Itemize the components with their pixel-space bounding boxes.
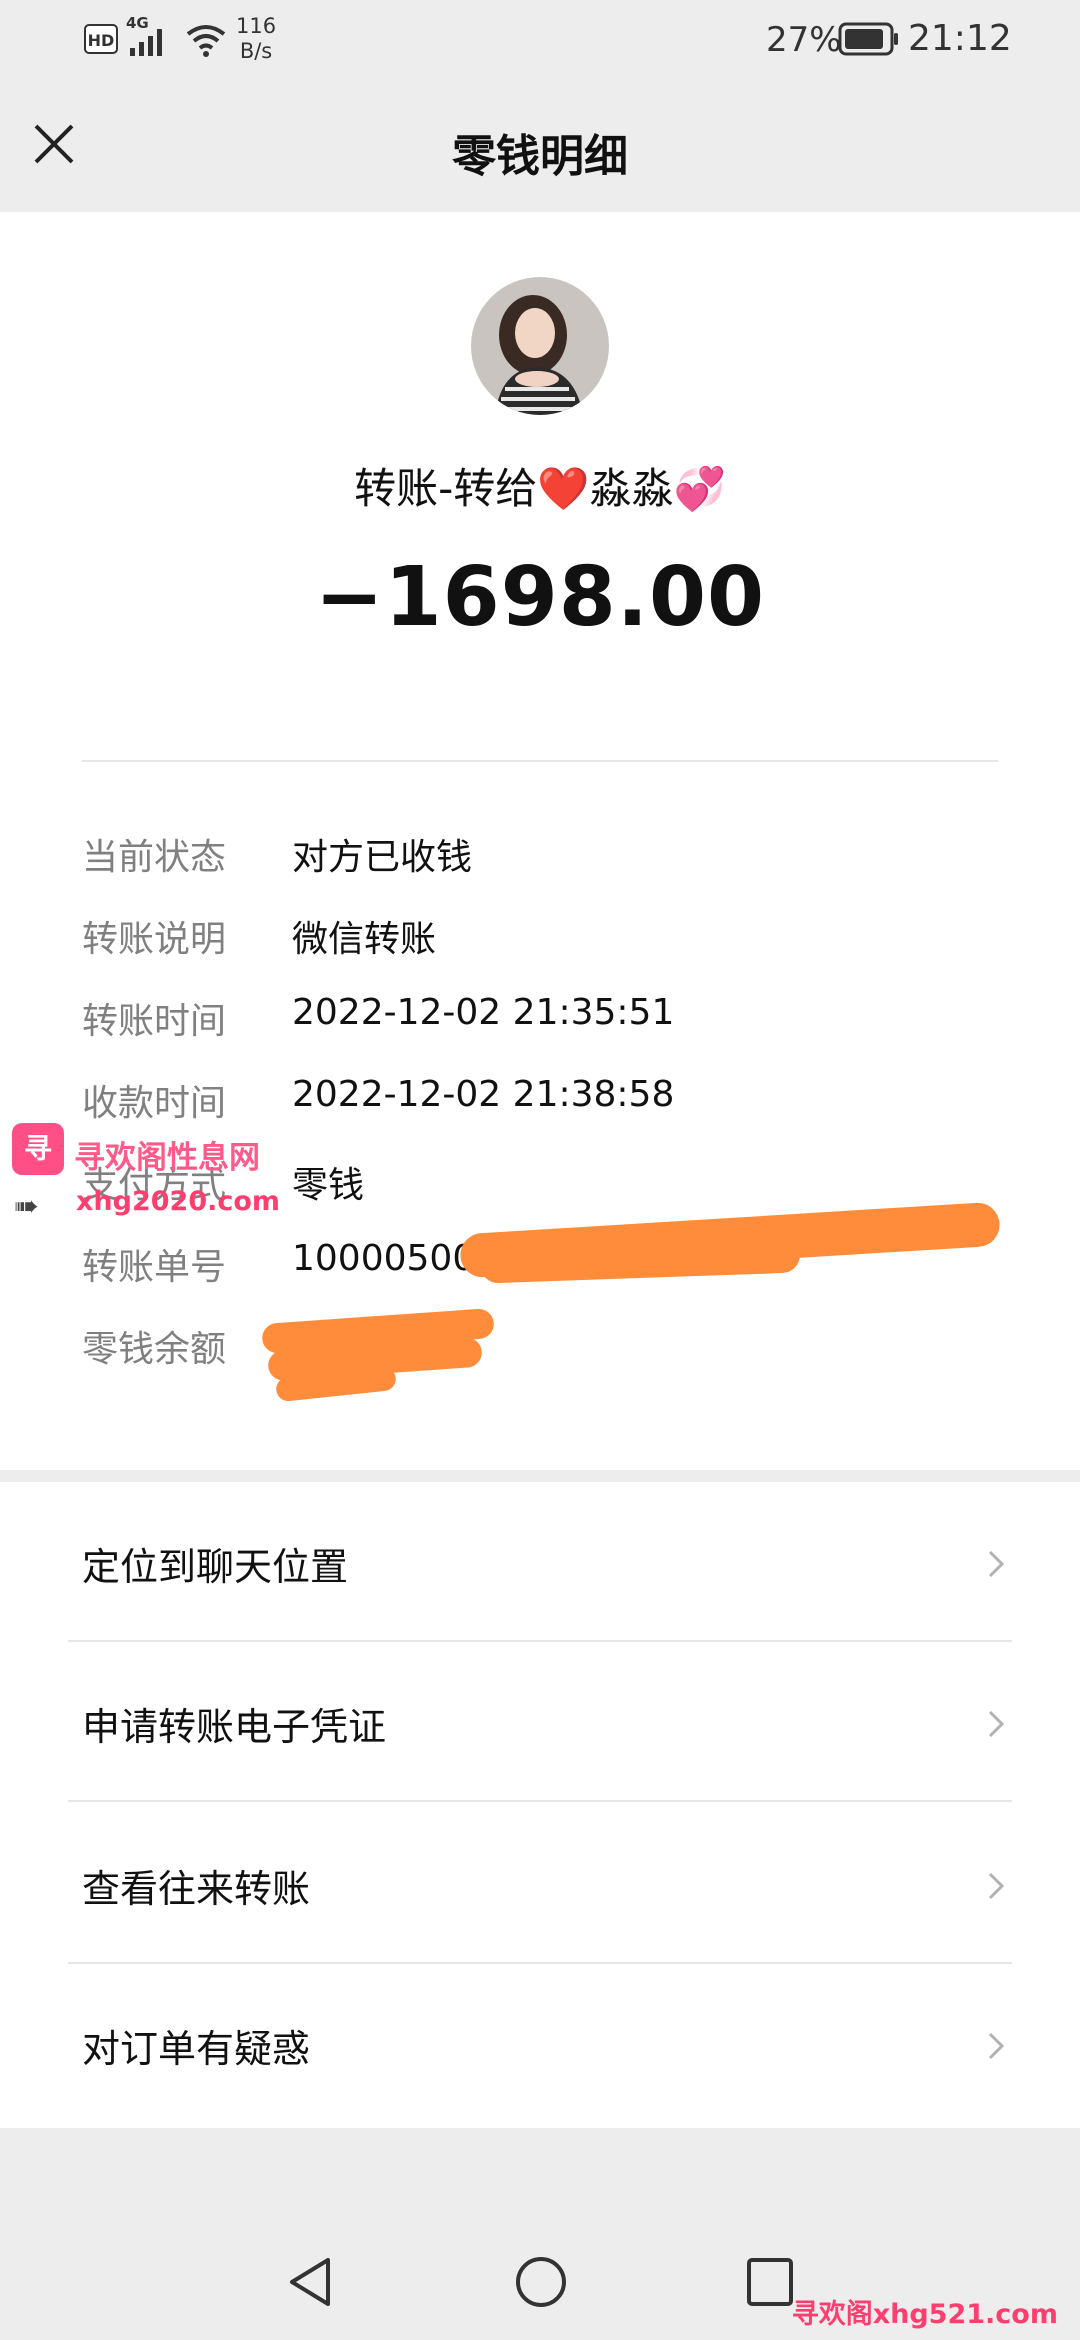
transfer-recipient-title: 转账-转给❤️淼淼💞 [354, 464, 726, 513]
detail-label: 收款时间 [82, 1083, 227, 1124]
action-label: 对订单有疑惑 [82, 2027, 311, 2071]
watermark-site-name: 寻欢阁性息网 [74, 1140, 260, 1176]
detail-label: 转账时间 [82, 1001, 227, 1042]
transfer-detail-card: 转账-转给❤️淼淼💞 −1698.00 当前状态 对方已收钱 转账说明 微信转账… [0, 212, 1080, 1470]
circle-home-icon[interactable] [514, 2254, 568, 2310]
battery-percent: 27% [766, 20, 842, 60]
chevron-right-icon [988, 1710, 1005, 1738]
detail-value: 2022-12-02 21:38:58 [292, 1074, 675, 1115]
page-title: 零钱明细 [452, 131, 628, 182]
watermark-arrow-icon: ➠ [14, 1189, 40, 1224]
divider [68, 1800, 1012, 1802]
signal-icon [130, 29, 162, 56]
hd-badge: HD [84, 24, 118, 54]
chevron-right-icon [988, 1550, 1005, 1578]
detail-value: 零钱 [292, 1165, 365, 1206]
detail-row-transfer-time: 转账时间 2022-12-02 21:35:51 [82, 992, 1002, 1062]
network-speed: 116 B/s [236, 14, 277, 63]
battery-icon [838, 22, 898, 56]
square-recent-icon[interactable] [744, 2254, 796, 2310]
detail-label: 转账说明 [82, 919, 227, 960]
detail-value: 微信转账 [292, 919, 437, 960]
detail-value: 对方已收钱 [292, 837, 473, 878]
detail-row-status: 当前状态 对方已收钱 [82, 828, 1002, 898]
order-question-button[interactable]: 对订单有疑惑 [0, 1964, 1080, 2124]
wifi-icon [186, 25, 226, 57]
detail-row-balance: 零钱余额 [82, 1320, 1002, 1390]
clock: 21:12 [908, 18, 1012, 59]
chevron-right-icon [988, 2032, 1005, 2060]
detail-label: 转账单号 [82, 1247, 227, 1288]
avatar-image [471, 277, 609, 415]
action-label: 查看往来转账 [82, 1867, 311, 1911]
action-label: 定位到聊天位置 [82, 1545, 349, 1589]
status-bar: HD 4G 116 B/s 27% 21:12 [0, 0, 1080, 78]
detail-label: 当前状态 [82, 837, 227, 878]
detail-row-description: 转账说明 微信转账 [82, 910, 1002, 980]
action-list: 定位到聊天位置 申请转账电子凭证 查看往来转账 对订单有疑惑 [0, 1482, 1080, 2128]
detail-label: 零钱余额 [82, 1329, 227, 1370]
header-bar: 零钱明细 [0, 78, 1080, 212]
detail-value: 2022-12-02 21:35:51 [292, 992, 675, 1033]
action-label: 申请转账电子凭证 [82, 1705, 387, 1749]
avatar[interactable] [471, 277, 609, 415]
watermark-url: 寻欢阁xhg521.com [791, 2299, 1058, 2330]
request-e-voucher-button[interactable]: 申请转账电子凭证 [0, 1642, 1080, 1802]
transfer-amount: −1698.00 [314, 550, 766, 645]
divider [82, 760, 998, 762]
chevron-right-icon [988, 1872, 1005, 1900]
view-transfer-history-button[interactable]: 查看往来转账 [0, 1804, 1080, 1964]
triangle-back-icon[interactable] [284, 2254, 336, 2310]
locate-chat-button[interactable]: 定位到聊天位置 [0, 1482, 1080, 1642]
watermark-url: xhg2020.com [76, 1186, 281, 1217]
watermark-logo: 寻欢 [12, 1123, 64, 1217]
